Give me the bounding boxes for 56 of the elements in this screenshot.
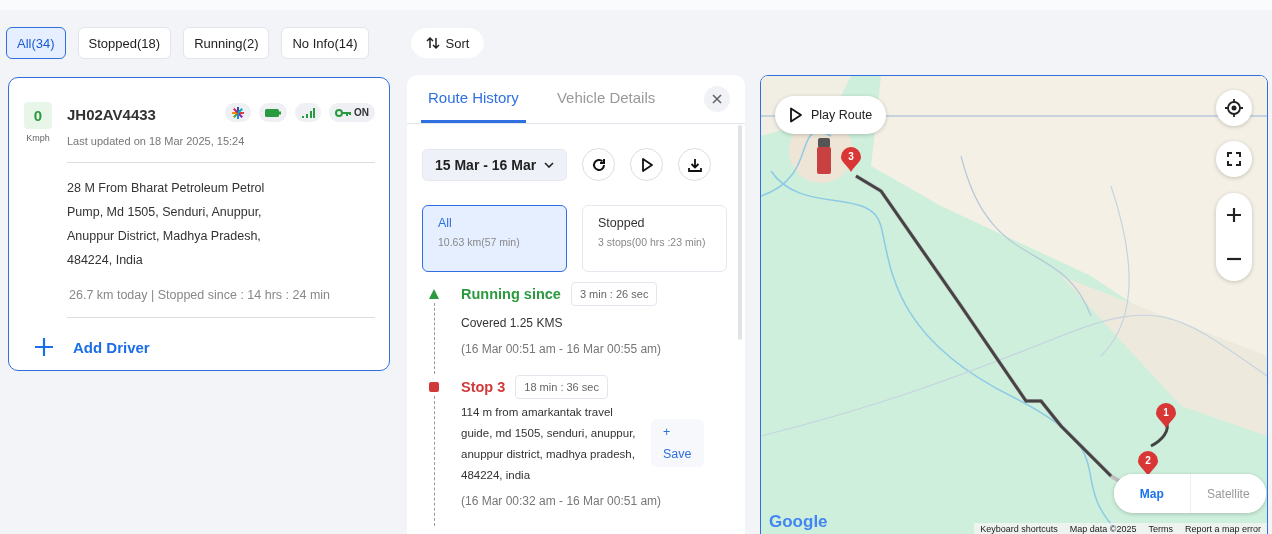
play-route-button[interactable]: Play Route: [775, 96, 887, 134]
panel-tab[interactable]: Route History: [421, 75, 526, 123]
fullscreen-icon: [1227, 152, 1241, 166]
triangle-icon: [429, 289, 439, 299]
map-type-tab[interactable]: Map: [1114, 474, 1191, 513]
stop-icon: [429, 382, 439, 392]
map-logo: Google: [769, 512, 828, 532]
battery-icon: [265, 107, 281, 118]
attribution-link[interactable]: Terms: [1142, 524, 1179, 534]
attribution-link[interactable]: Map data ©2025: [1063, 524, 1143, 534]
trip-summary: 26.7 km today | Stopped since : 14 hrs : 24 min: [69, 288, 332, 302]
close-button[interactable]: [704, 86, 730, 112]
summary-card[interactable]: All 10.63 km(57 min): [422, 205, 567, 272]
plus-icon: [1227, 208, 1241, 222]
play-button[interactable]: [630, 148, 663, 181]
attribution-link[interactable]: Keyboard shortcuts: [974, 524, 1064, 534]
play-icon: [789, 107, 803, 123]
download-icon: [686, 156, 703, 173]
plus-icon: [35, 338, 53, 356]
save-button[interactable]: + Save: [651, 419, 704, 467]
truck-icon: [817, 138, 831, 174]
refresh-icon: [590, 156, 607, 173]
distance-text: Covered 1.25 KMS: [461, 315, 564, 332]
time-range: (16 Mar 00:51 am - 16 Mar 00:55 am): [461, 342, 663, 356]
ignition-status: ON: [354, 107, 369, 118]
duration-tag: 18 min : 36 sec: [515, 375, 608, 399]
stop-address: 114 m from amarkantak travel guide, md 1505, senduri, anuppur, anuppur district, madhya pradesh, 484224, india: [461, 405, 637, 483]
date-range-dropdown[interactable]: 15 Mar - 16 Mar: [422, 148, 567, 181]
key-icon: [335, 107, 351, 118]
filter-tab[interactable]: Running(2): [183, 27, 270, 59]
pinwheel-icon: [231, 105, 245, 120]
route-marker[interactable]: 3: [841, 147, 861, 172]
filter-tab[interactable]: No Info(14): [281, 27, 369, 59]
filter-tab[interactable]: All(34): [6, 27, 66, 59]
crosshair-icon: [1225, 99, 1243, 117]
filter-tab[interactable]: Stopped(18): [77, 27, 172, 59]
timeline-title: Stop 3: [461, 379, 506, 395]
sort-icon: [425, 36, 440, 50]
close-icon: [712, 94, 722, 104]
vehicle-address: 28 M From Bharat Petroleum Petrol Pump, Md 1505, Senduri, Anuppur, Anuppur District, Madhya Pradesh, 484224, India: [67, 180, 266, 269]
sort-button[interactable]: Sort: [410, 28, 485, 58]
route-marker[interactable]: 1: [1156, 403, 1176, 428]
add-driver-button[interactable]: Add Driver: [35, 338, 150, 356]
vehicle-plate: JH02AV4433: [67, 106, 156, 123]
timeline-title: Running since: [461, 286, 561, 302]
download-button[interactable]: [678, 148, 711, 181]
duration-tag: 3 min : 26 sec: [570, 282, 658, 306]
chevron-down-icon: [544, 161, 554, 168]
signal-icon: [301, 107, 315, 118]
speed-unit: Kmph: [26, 133, 50, 143]
refresh-button[interactable]: [582, 148, 615, 181]
speed-value: 0: [24, 102, 52, 129]
time-range: (16 Mar 00:32 am - 16 Mar 00:51 am): [461, 494, 663, 508]
summary-card[interactable]: Stopped 3 stops(00 hrs :23 min): [582, 205, 727, 272]
attribution-link[interactable]: Report a map error: [1178, 524, 1267, 534]
last-updated: Last updated on 18 Mar 2025, 15:24: [67, 135, 246, 147]
